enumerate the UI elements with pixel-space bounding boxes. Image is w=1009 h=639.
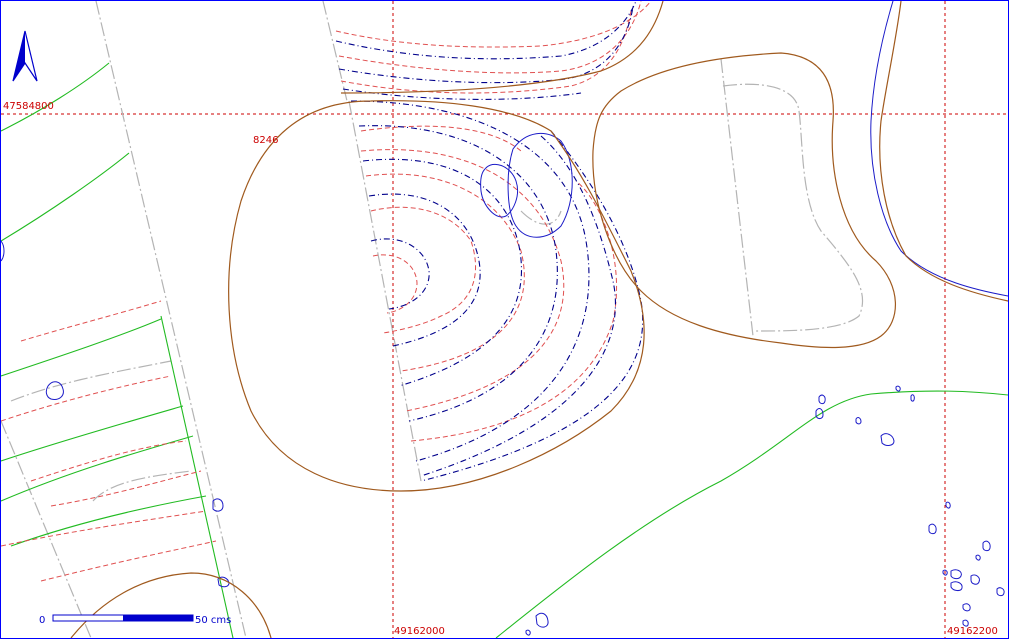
blue-contour-top-2 [338,5,634,84]
pond-11 [982,540,991,552]
green-line-3 [1,318,162,377]
hill-boundary [228,100,645,492]
pond-10 [928,523,937,535]
green-road-edge [160,315,234,638]
pond-19 [910,394,915,402]
scale-bar-fill [123,615,193,621]
pond-14 [950,581,963,591]
red-contours [1,1,652,582]
pond-edge-left [1,240,5,262]
road-edge-top [322,1,348,102]
green-lines [1,62,1008,638]
pond-9 [818,394,826,405]
blue-contour-hill-4 [358,125,558,422]
river-boundary [879,1,1008,302]
red-contour-left-4 [1,510,207,547]
blue-contour-hill-3 [362,158,523,387]
red-contour-hill-1 [360,125,522,152]
red-contour-left-5 [40,540,217,582]
red-contour-top-3 [340,10,632,94]
green-line-2 [1,152,130,242]
blue-contour-hill-5 [350,100,590,462]
scale-bar-end-label: 50 cms [195,615,231,626]
pond-21 [975,554,981,561]
map-canvas[interactable]: 47584800 49162000 49162200 8246 0 50 cms [0,0,1009,639]
bottom-hill-boundary [70,572,272,638]
red-contour-top-2 [338,1,642,74]
pond-20 [945,501,951,509]
pond-12 [950,569,962,580]
road-edge-left [95,1,247,638]
green-line-6 [10,495,207,547]
map-drawing: 47584800 49162000 49162200 8246 0 50 cms [1,1,1008,638]
grid-label-easting-2: 49162200 [947,626,998,637]
red-contour-hill-2 [370,206,477,334]
pond-3 [45,381,64,400]
grid-lines [1,1,1008,638]
blue-contours [335,1,644,482]
road-edge-middle [348,100,422,482]
grid-label-northing: 47584800 [3,101,54,112]
blue-contour-hill-7 [420,130,644,482]
parcel-edge-right [720,58,754,337]
scale-bar: 0 50 cms [39,614,231,626]
pond-13 [970,574,980,585]
pond-16 [962,603,971,612]
pond-18 [895,385,901,392]
scale-bar-start-label: 0 [39,615,45,626]
parcel-small-mark [520,210,562,225]
pond-6 [535,612,549,628]
parcel-lower-left [10,360,172,402]
grid-label-easting-1: 49162000 [394,626,445,637]
red-contour-left-6 [20,300,162,342]
blue-contour-top-3 [342,88,582,100]
red-contour-left-1 [1,375,172,422]
road-edge-far-left [1,420,92,638]
pond-1 [480,163,519,218]
red-contour-top-1 [335,1,652,48]
river-line [870,1,1008,297]
blue-contour-top-1 [335,1,637,60]
right-parcel-boundary [592,52,896,349]
north-arrow-icon [12,30,38,82]
pond-24 [525,629,531,636]
parcel-inner-contour [722,83,864,332]
parcel-lines [1,1,864,638]
blue-contour-hill-1 [370,238,430,310]
green-line-long [495,390,1008,638]
pond-7 [880,433,895,446]
parcel-inner-left [92,470,192,502]
pond-15 [996,587,1005,597]
green-line-4 [1,405,184,462]
pond-17 [855,417,862,425]
spot-height-label: 8246 [253,135,278,146]
red-contour-hill-4 [365,173,525,372]
